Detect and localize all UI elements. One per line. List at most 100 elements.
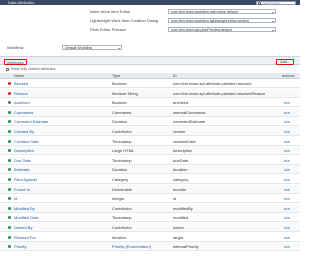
builtin-attribute-icon	[8, 245, 11, 249]
table-row[interactable]: Corrected Estimate Duration correctedEstim…	[0, 117, 300, 127]
attribute-id: foundIn	[173, 186, 187, 192]
table-row[interactable]: Creation Date Timestamp creationDate n/a	[0, 137, 300, 146]
attribute-name-link[interactable]: Corrected Estimate	[14, 117, 48, 126]
builtin-attribute-icon	[8, 216, 11, 220]
attribute-type: Duration	[112, 119, 128, 125]
attribute-name-link[interactable]: Found In	[14, 185, 30, 194]
search-placeholder: Search items	[263, 0, 281, 5]
attribute-type: Duration	[112, 167, 128, 173]
add-attribute-button[interactable]: Add...	[276, 58, 294, 65]
attribute-action[interactable]: n/a	[284, 108, 290, 117]
attribute-name-link[interactable]: Modified Date	[14, 213, 39, 222]
editor-label: Lightweight Work Item Creation Dialog	[90, 18, 159, 23]
attribute-id: description	[173, 148, 193, 154]
attribute-action[interactable]: n/a	[284, 213, 290, 222]
attribute-type: Boolean	[112, 81, 127, 86]
table-row[interactable]: Owned By Contributor owner n/a	[0, 223, 300, 232]
table-row[interactable]: Archived Boolean archived n/a	[0, 98, 300, 108]
attribute-name-link[interactable]: Modified By	[14, 204, 35, 213]
attribute-id: internalComments	[173, 109, 206, 115]
builtin-attribute-icon	[8, 206, 11, 210]
attributes-section-title[interactable]: Attributes	[4, 58, 27, 65]
table-row[interactable]: Found In Deliverable foundIn n/a	[0, 184, 300, 194]
workflow-select[interactable]: Default Workflow	[62, 45, 122, 50]
builtin-attribute-icon	[8, 187, 11, 191]
attribute-name-link[interactable]: Due Date	[14, 156, 31, 165]
table-row[interactable]: Modified Date Timestamp modified n/a	[0, 213, 300, 223]
attribute-action[interactable]: n/a	[284, 117, 290, 126]
attribute-name-link[interactable]: Comments	[14, 108, 33, 117]
table-row[interactable]: Created By Contributor creator n/a	[0, 127, 300, 136]
attribute-name-link[interactable]: Reason	[14, 89, 28, 98]
attribute-type: Medium String	[112, 90, 138, 96]
page-title: Data Attributes	[8, 0, 35, 5]
attribute-action[interactable]: n/a	[284, 98, 290, 107]
attribute-action[interactable]: n/a	[284, 127, 290, 136]
table-row[interactable]: Priority Priority (Enumeration) internalPr…	[0, 242, 300, 252]
attribute-action[interactable]: n/a	[284, 204, 290, 213]
attribute-name-link[interactable]: Estimate	[14, 165, 30, 174]
table-row[interactable]: Description Large HTML description n/a	[0, 146, 300, 156]
show-custom-attributes-toggle[interactable]: Show only custom attributes	[6, 67, 55, 72]
attribute-action[interactable]: n/a	[284, 242, 290, 251]
workflow-select-value: Default Workflow	[65, 46, 93, 50]
attribute-action[interactable]: n/a	[284, 194, 290, 203]
attribute-action[interactable]: n/a	[284, 165, 290, 174]
attribute-name-link[interactable]: Planned For	[14, 233, 36, 242]
editor-row-inline: Inline Work Item Editor com.ibm.team.wor…	[0, 8, 300, 15]
editor-select[interactable]: com.ibm.team.apt.planPreview.default	[168, 27, 276, 32]
attribute-id: category	[173, 177, 189, 182]
attribute-name-link[interactable]: Created By	[14, 127, 34, 136]
checkbox[interactable]	[6, 67, 9, 71]
attribute-name-link[interactable]: Description	[14, 146, 34, 155]
attribute-action[interactable]: n/a	[284, 137, 290, 146]
chevron-down-icon	[118, 47, 120, 49]
builtin-attribute-icon	[8, 226, 11, 229]
attribute-id: id	[173, 196, 177, 202]
attribute-action[interactable]: n/a	[284, 185, 290, 194]
attribute-type: Boolean	[112, 100, 127, 106]
table-row[interactable]: Reason Medium String com.ibm.team.apt.attr…	[0, 88, 300, 98]
attribute-name-link[interactable]: Archived	[14, 98, 30, 107]
attribute-type: Large HTML	[112, 148, 135, 154]
builtin-attribute-icon	[8, 120, 11, 124]
attribute-action[interactable]: n/a	[284, 156, 290, 165]
table-row[interactable]: Due Date Timestamp dueDate n/a	[0, 156, 300, 165]
attribute-action[interactable]: n/a	[284, 146, 290, 155]
builtin-attribute-icon	[8, 158, 11, 162]
table-row[interactable]: Estimate Duration duration n/a	[0, 165, 300, 175]
attribute-action[interactable]: n/a	[284, 233, 290, 242]
workflow-row: Workflow Default Workflow	[0, 44, 300, 51]
attribute-name-link[interactable]: Id	[14, 194, 17, 203]
editor-row-lightweight: Lightweight Work Item Creation Dialog co…	[0, 17, 300, 24]
attribute-action[interactable]: n/a	[284, 175, 290, 184]
builtin-attribute-icon	[8, 130, 11, 133]
editor-select[interactable]: com.ibm.team.workitem.web.inline.default	[168, 9, 276, 14]
attribute-name-link[interactable]: Filed Against	[14, 175, 37, 184]
table-row[interactable]: Id Integer id n/a	[0, 194, 300, 204]
table-row[interactable]: Blocked Boolean com.ibm.team.apt.attribute…	[0, 79, 300, 88]
attribute-name-link[interactable]: Blocked	[14, 79, 28, 88]
attribute-name-link[interactable]: Creation Date	[14, 137, 39, 146]
attribute-type: Deliverable	[112, 186, 133, 192]
attribute-type: Timestamp	[112, 215, 132, 221]
attribute-id: correctedEstimate	[173, 119, 206, 125]
table-row[interactable]: Modified By Contributor modifiedBy n/a	[0, 203, 300, 213]
editor-select-value: com.ibm.team.apt.planPreview.default	[171, 28, 232, 32]
attribute-id: creationDate	[173, 138, 196, 144]
custom-attribute-icon	[8, 91, 11, 95]
editor-label: Inline Work Item Editor	[90, 9, 131, 14]
attribute-action[interactable]: n/a	[284, 223, 290, 232]
table-row[interactable]: Comments Comments internalComments n/a	[0, 107, 300, 117]
top-header-bar: Data Attributes Search items	[0, 0, 300, 5]
attribute-id: dueDate	[173, 157, 189, 163]
editor-select[interactable]: com.ibm.team.workitem.lightweight.editor…	[168, 18, 276, 23]
attribute-type: Integer	[112, 196, 125, 202]
attribute-name-link[interactable]: Priority	[14, 242, 26, 251]
search-input[interactable]: Search items	[256, 0, 296, 5]
table-row[interactable]: Filed Against Category category n/a	[0, 175, 300, 184]
attribute-name-link[interactable]: Owned By	[14, 223, 32, 232]
table-row[interactable]: Planned For Iteration target n/a	[0, 233, 300, 242]
builtin-attribute-icon	[8, 110, 11, 114]
attribute-type: Timestamp	[112, 138, 132, 144]
